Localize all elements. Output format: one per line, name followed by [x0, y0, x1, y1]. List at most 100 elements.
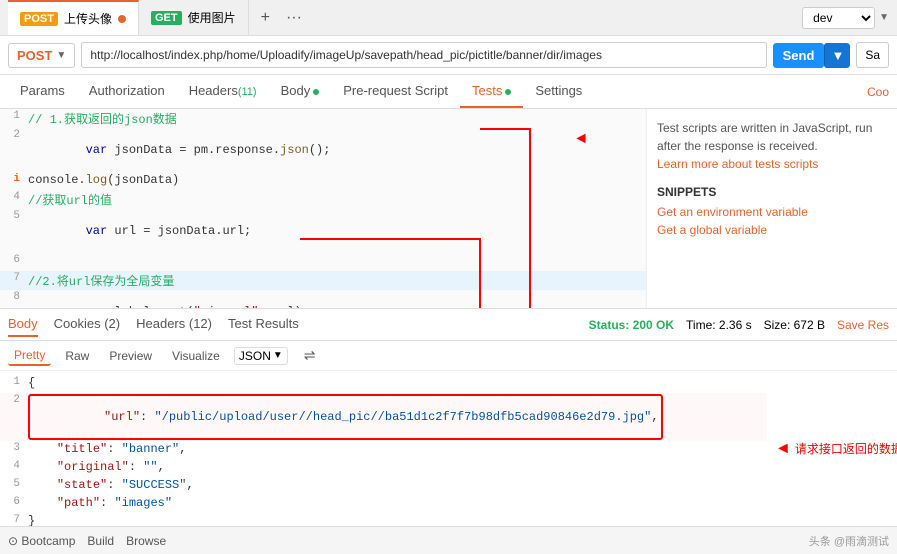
tab-dot [118, 15, 126, 23]
main-content: 1 // 1.获取返回的json数据 2 var jsonData = pm.r… [0, 109, 897, 309]
json-text-6: "path": "images" [28, 496, 172, 512]
watermark: 头条 @雨滴测试 [809, 533, 889, 549]
json-content: 1 { 2 "url": "/public/upload/user//head_… [0, 371, 767, 526]
code-line-4: 4 //获取url的值 [0, 190, 646, 209]
env-dropdown[interactable]: dev staging prod [802, 7, 875, 29]
format-select-dropdown[interactable]: JSON ▼ [234, 347, 288, 365]
annotation-text: 请求接口返回的数据 [795, 440, 897, 457]
json-linenum-3: 3 [0, 442, 28, 458]
format-tab-visualize[interactable]: Visualize [166, 347, 226, 365]
json-line-4: 4 "original": "", [0, 459, 767, 477]
code-text-8: pm.globals.set("pic_url", url); [28, 291, 309, 308]
more-tabs-button[interactable]: ··· [282, 9, 306, 27]
tab-body[interactable]: Body [269, 75, 332, 108]
right-panel: Test scripts are written in JavaScript, … [647, 109, 897, 308]
tab-useimage-label: 使用图片 [188, 9, 236, 26]
json-text-5: "state": "SUCCESS", [28, 478, 194, 494]
json-linenum-4: 4 [0, 460, 28, 476]
code-text-2: var jsonData = pm.response.json(); [28, 129, 330, 171]
body-dot [313, 89, 319, 95]
json-line-1: 1 { [0, 375, 767, 393]
snippet-env-link[interactable]: Get an environment variable [657, 205, 887, 219]
learn-more-link[interactable]: Learn more about tests scripts [657, 157, 818, 171]
size-label: Size: 672 B [764, 318, 825, 332]
response-tab-cookies[interactable]: Cookies (2) [54, 312, 120, 337]
code-text-3: console.log(jsonData) [28, 173, 179, 187]
tests-dot [505, 89, 511, 95]
method-badge-post: POST [20, 12, 58, 26]
save-response-button[interactable]: Save Res [837, 318, 889, 332]
snippet-global-link[interactable]: Get a global variable [657, 223, 887, 237]
code-text-4: //获取url的值 [28, 191, 112, 208]
add-tab-button[interactable]: + [257, 9, 274, 27]
code-text-7: //2.将url保存为全局变量 [28, 272, 174, 289]
tab-authorization[interactable]: Authorization [77, 75, 177, 108]
json-linenum-2: 2 [0, 394, 28, 440]
response-tab-headers[interactable]: Headers (12) [136, 312, 212, 337]
save-button[interactable]: Sa [856, 42, 889, 68]
tab-params[interactable]: Params [8, 75, 77, 108]
code-line-5: 5 var url = jsonData.url; [0, 209, 646, 253]
response-tab-testresults[interactable]: Test Results [228, 312, 299, 337]
json-text-7: } [28, 514, 35, 526]
code-editor[interactable]: 1 // 1.获取返回的json数据 2 var jsonData = pm.r… [0, 109, 647, 308]
build-button[interactable]: Build [87, 534, 114, 548]
send-dropdown-button[interactable]: ▼ [824, 43, 850, 68]
code-text-1: // 1.获取返回的json数据 [28, 110, 177, 127]
snippets-title: SNIPPETS [657, 185, 887, 199]
tab-upload[interactable]: POST 上传头像 [8, 0, 139, 35]
line-num-7: 7 [0, 272, 28, 284]
json-text-3: "title": "banner", [28, 442, 186, 458]
wrap-icon[interactable]: ⇌ [304, 347, 316, 364]
method-dropdown[interactable]: POST ▼ [8, 43, 75, 68]
code-line-2: 2 var jsonData = pm.response.json(); ◄ [0, 128, 646, 172]
line-num-5: 5 [0, 210, 28, 222]
format-tab-raw[interactable]: Raw [59, 347, 95, 365]
code-line-1: 1 // 1.获取返回的json数据 [0, 109, 646, 128]
line-num-6: 6 [0, 254, 28, 266]
right-panel-description: Test scripts are written in JavaScript, … [657, 119, 887, 155]
format-tab-pretty[interactable]: Pretty [8, 346, 51, 366]
format-select-chevron-icon: ▼ [273, 350, 283, 361]
browse-button[interactable]: Browse [126, 534, 166, 548]
line-num-3: i [0, 173, 28, 185]
json-panel[interactable]: 1 { 2 "url": "/public/upload/user//head_… [0, 371, 767, 526]
format-tab-preview[interactable]: Preview [103, 347, 158, 365]
tab-settings[interactable]: Settings [523, 75, 594, 108]
json-text-2: "url": "/public/upload/user//head_pic//b… [28, 394, 663, 440]
response-tab-body[interactable]: Body [8, 312, 38, 337]
json-line-5: 5 "state": "SUCCESS", [0, 477, 767, 495]
format-tabs: Pretty Raw Preview Visualize JSON ▼ ⇌ [0, 341, 897, 371]
tab-headers[interactable]: Headers(11) [177, 75, 269, 108]
line-num-8: 8 [0, 291, 28, 303]
time-label: Time: 2.36 s [686, 318, 752, 332]
tab-prerequest[interactable]: Pre-request Script [331, 75, 460, 108]
json-line-3: 3 "title": "banner", [0, 441, 767, 459]
tab-tests[interactable]: Tests [460, 75, 523, 108]
method-chevron-icon: ▼ [56, 50, 66, 61]
headers-badge: (11) [238, 86, 257, 98]
env-chevron-icon: ▼ [879, 12, 889, 23]
code-line-3: i console.log(jsonData) [0, 172, 646, 190]
line-num-2: 2 [0, 129, 28, 141]
cookies-link[interactable]: Coo [867, 85, 889, 99]
tab-upload-label: 上传头像 [64, 10, 112, 27]
url-input[interactable] [81, 42, 766, 68]
send-button[interactable]: Send [773, 43, 825, 68]
response-annotation: ◄ 请求接口返回的数据 [767, 371, 897, 526]
method-label: POST [17, 48, 52, 63]
code-line-6: 6 [0, 253, 646, 271]
code-text-5: var url = jsonData.url; [28, 210, 251, 252]
json-text-4: "original": "", [28, 460, 165, 476]
json-line-6: 6 "path": "images" [0, 495, 767, 513]
json-text-1: { [28, 376, 35, 392]
bootcamp-button[interactable]: ⊙ Bootcamp [8, 534, 75, 548]
method-badge-get: GET [151, 11, 182, 25]
json-line-2: 2 "url": "/public/upload/user//head_pic/… [0, 393, 767, 441]
nav-tabs: Params Authorization Headers(11) Body Pr… [0, 75, 897, 109]
tab-useimage[interactable]: GET 使用图片 [139, 0, 249, 35]
json-linenum-7: 7 [0, 514, 28, 526]
json-linenum-6: 6 [0, 496, 28, 512]
code-line-7: 7 //2.将url保存为全局变量 [0, 271, 646, 290]
response-bottom: 1 { 2 "url": "/public/upload/user//head_… [0, 371, 897, 526]
